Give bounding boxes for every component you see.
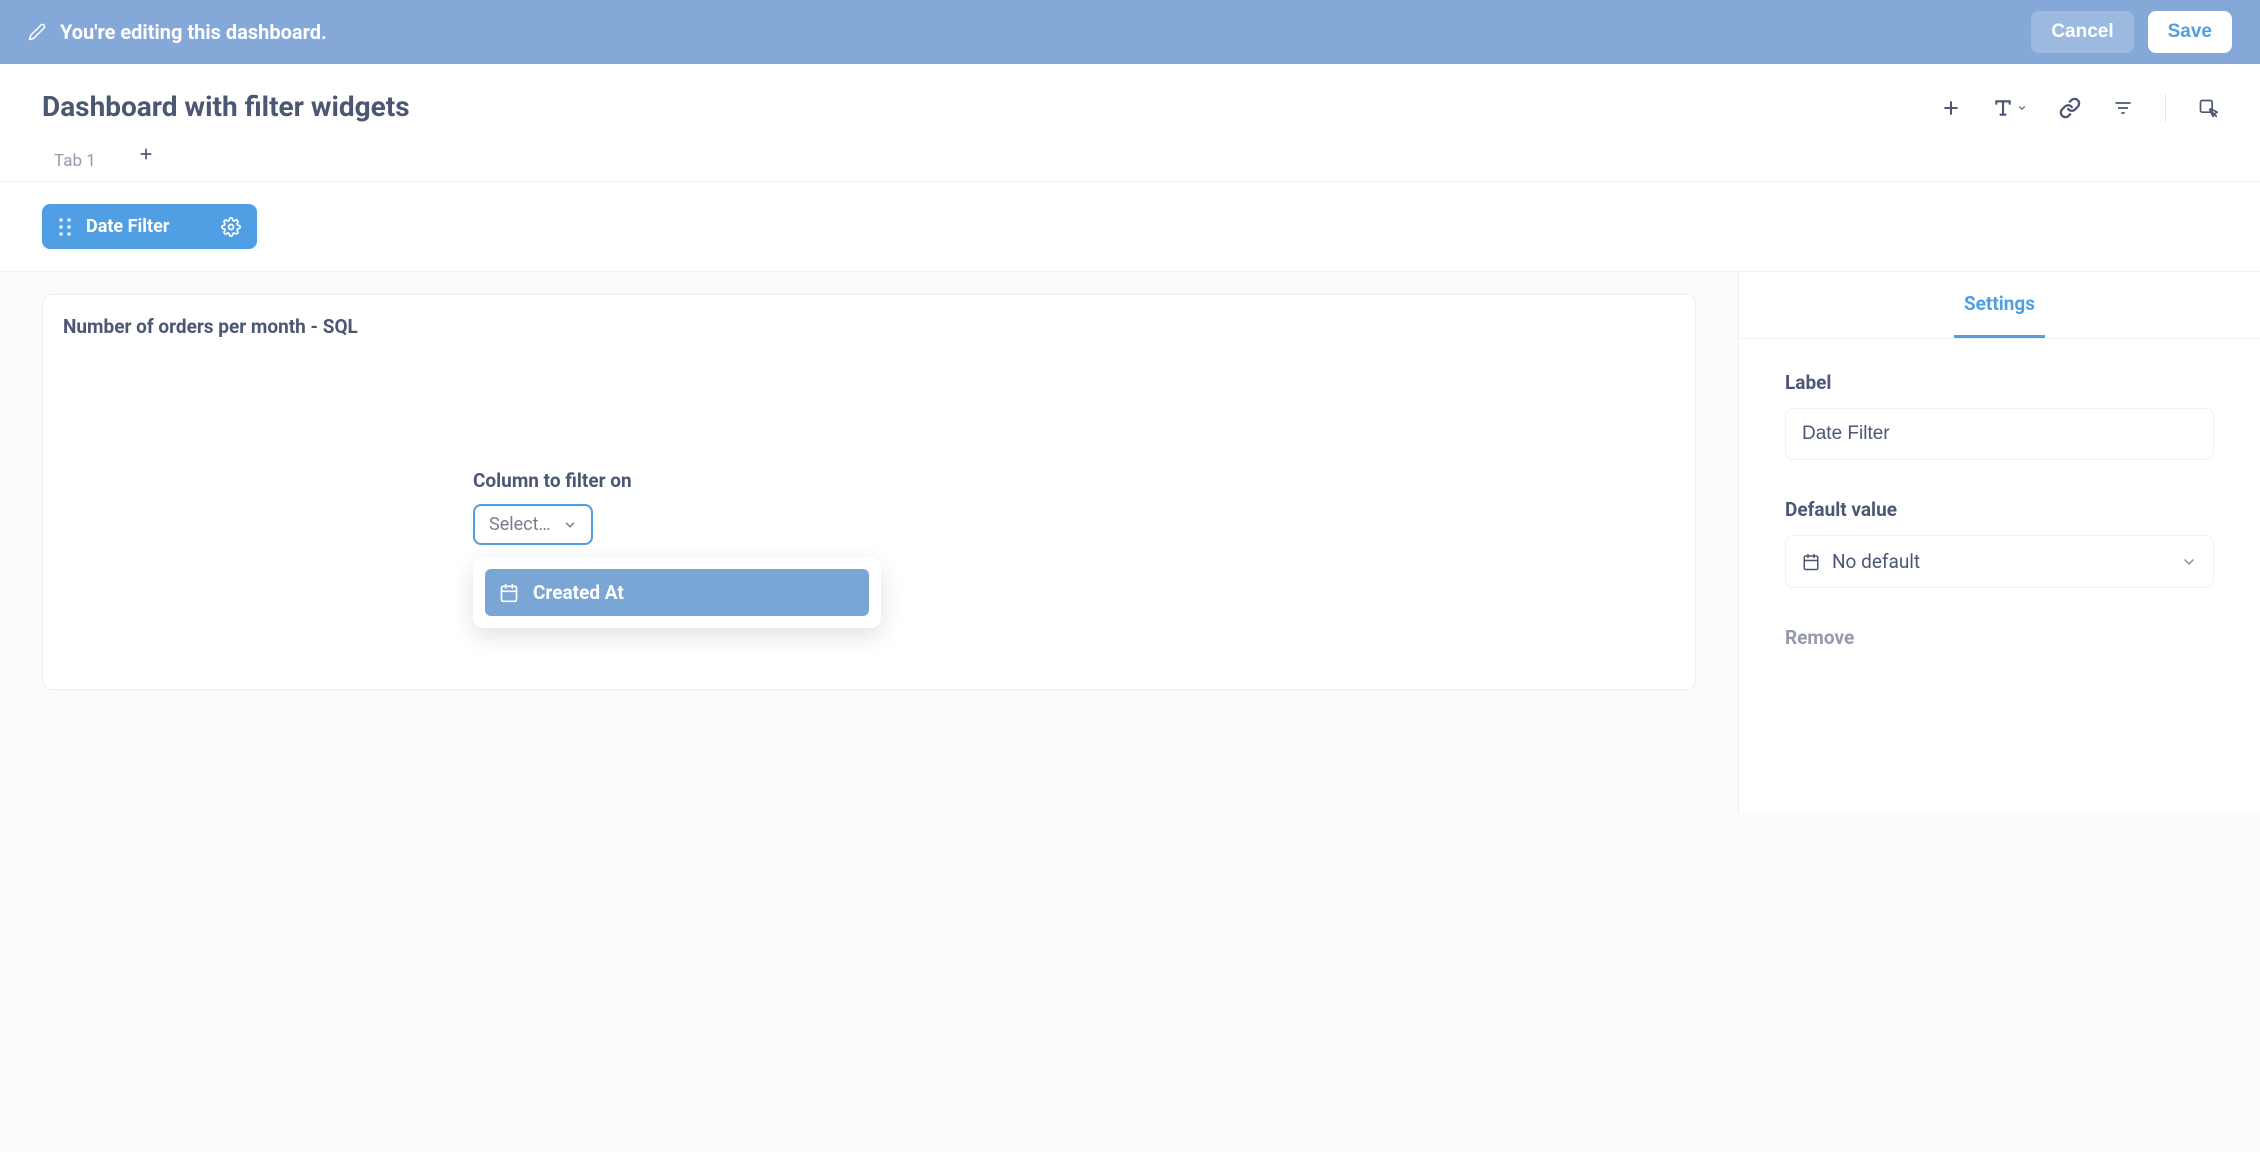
pencil-icon — [28, 23, 46, 41]
default-value-text: No default — [1832, 550, 1920, 573]
filter-row: Date Filter — [0, 182, 2260, 272]
gear-icon[interactable] — [221, 217, 241, 237]
dashboard-header: Dashboard with filter widgets — [0, 64, 2260, 123]
dashboard-actions — [1941, 90, 2218, 122]
filter-icon[interactable] — [2113, 98, 2133, 118]
click-behavior-icon[interactable] — [2198, 98, 2218, 118]
cancel-button[interactable]: Cancel — [2031, 11, 2133, 53]
plus-icon[interactable] — [1941, 98, 1961, 118]
add-tab-button[interactable] — [138, 146, 154, 176]
default-value-label: Default value — [1785, 498, 2214, 521]
chevron-down-icon — [2181, 554, 2197, 570]
column-select-placeholder: Select… — [489, 514, 551, 535]
card-title: Number of orders per month - SQL — [63, 315, 1675, 338]
default-value-select[interactable]: No default — [1785, 535, 2214, 588]
question-card[interactable]: Number of orders per month - SQL Column … — [42, 294, 1696, 690]
dashboard-canvas: Number of orders per month - SQL Column … — [0, 272, 1738, 812]
column-select[interactable]: Select… — [473, 504, 593, 545]
toolbar-divider — [2165, 94, 2166, 122]
link-icon[interactable] — [2059, 97, 2081, 119]
edit-banner-text: You're editing this dashboard. — [60, 20, 327, 44]
chevron-down-icon — [563, 518, 577, 532]
filter-chip-label: Date Filter — [86, 216, 169, 237]
remove-filter-button[interactable]: Remove — [1785, 626, 2214, 649]
sidebar-tab-settings[interactable]: Settings — [1954, 272, 2045, 338]
column-filter-section: Column to filter on Select… Created At — [473, 469, 881, 628]
drag-handle-icon[interactable] — [58, 218, 72, 236]
edit-banner: You're editing this dashboard. Cancel Sa… — [0, 0, 2260, 64]
label-field-label: Label — [1785, 371, 2214, 394]
main-area: Number of orders per month - SQL Column … — [0, 272, 2260, 812]
calendar-icon — [499, 583, 519, 603]
label-input[interactable] — [1785, 408, 2214, 460]
text-icon[interactable] — [1993, 98, 2027, 118]
save-button[interactable]: Save — [2148, 11, 2232, 53]
tab-1[interactable]: Tab 1 — [42, 141, 108, 181]
column-dropdown: Created At — [473, 557, 881, 628]
filter-chip-date[interactable]: Date Filter — [42, 204, 257, 249]
sidebar-tabs: Settings — [1739, 272, 2260, 339]
dropdown-option-label: Created At — [533, 581, 624, 604]
dropdown-option-created-at[interactable]: Created At — [485, 569, 869, 616]
filter-settings-sidebar: Settings Label Default value No default — [1738, 272, 2260, 812]
tabs-bar: Tab 1 — [0, 123, 2260, 182]
calendar-icon — [1802, 553, 1820, 571]
column-filter-label: Column to filter on — [473, 469, 881, 492]
dashboard-title[interactable]: Dashboard with filter widgets — [42, 90, 410, 123]
